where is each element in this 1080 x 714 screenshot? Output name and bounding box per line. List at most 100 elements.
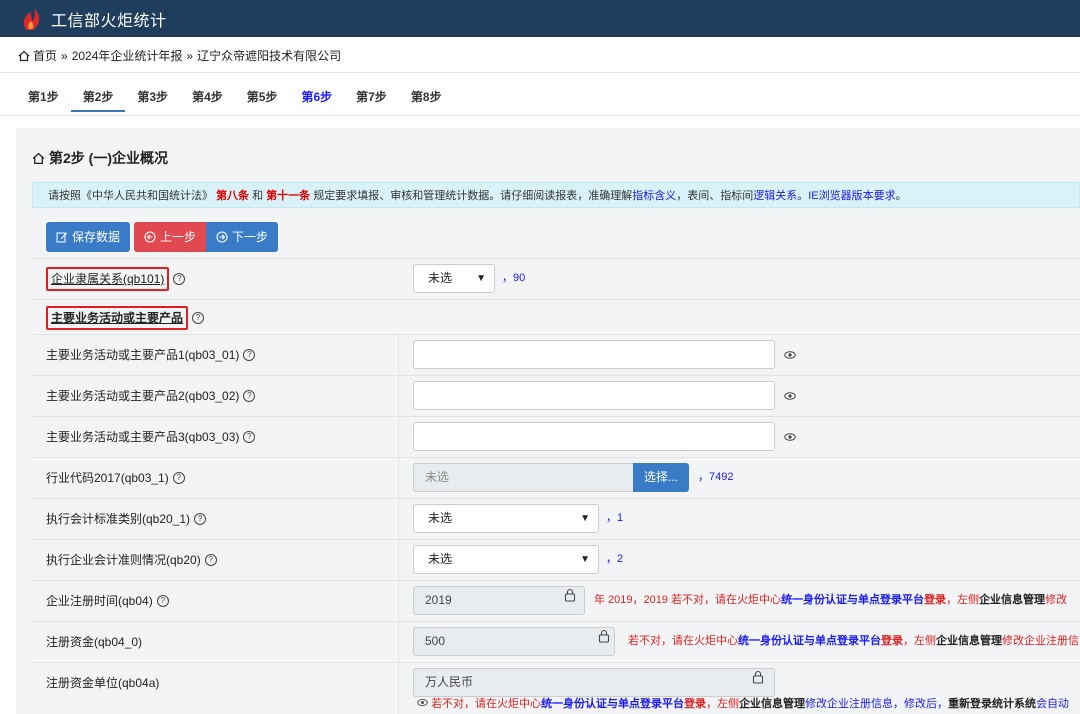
field-label: 企业注册时间(qb04) (46, 594, 153, 608)
warning-text: 登录 (924, 594, 947, 606)
warning-text: 若不对，请在火炬中心 (431, 698, 542, 710)
tab-step-2[interactable]: 第2步 (70, 80, 126, 112)
warning-text: 修改 (1045, 594, 1068, 606)
select-value: 未选 (428, 511, 453, 525)
field-row-qb101: 企业隶属关系(qb101) ? 未选 ▼ ，90 (32, 258, 1080, 299)
breadcrumb-home[interactable]: 首页 (33, 47, 57, 64)
register-warning: 年 2019，2019 若不对，请在火炬中心统一身份认证与单点登录平台登录，左侧… (594, 586, 1067, 615)
prev-step-button[interactable]: 上一步 (134, 222, 207, 252)
warning-text: 修改企业注册信息，修改后， (805, 698, 949, 710)
help-icon[interactable]: ? (243, 390, 256, 402)
help-icon[interactable]: ? (192, 311, 205, 324)
notice-article-8: 第八条 (216, 190, 250, 202)
help-icon[interactable]: ? (156, 595, 169, 607)
form-panel: 第2步 (一)企业概况 请按照《中华人民共和国统计法》 第八条 和 第十一条 规… (16, 128, 1080, 714)
qb03-01-input[interactable] (413, 340, 775, 369)
tab-step-3[interactable]: 第3步 (125, 80, 180, 112)
arrow-right-circle-icon (216, 231, 228, 243)
sso-platform-link[interactable]: 统一身份认证与单点登录平台 (541, 698, 684, 710)
warning-text: 会自动 (1036, 698, 1070, 710)
breadcrumb-separator: » (186, 48, 194, 63)
field-label: 主要业务活动或主要产品2(qb03_02) (46, 389, 240, 403)
prev-step-label: 上一步 (160, 230, 197, 244)
notice-text: 。 (797, 190, 809, 202)
chevron-down-icon: ▼ (580, 554, 590, 565)
capital-unit-warning: 若不对，请在火炬中心统一身份认证与单点登录平台登录，左侧企业信息管理修改企业注册… (417, 695, 1069, 713)
divider (398, 581, 399, 621)
qb03-03-input[interactable] (413, 422, 775, 451)
help-icon[interactable]: ? (172, 472, 185, 484)
field-code: ，2 (606, 553, 624, 565)
field-code: ，90 (502, 272, 526, 284)
eye-icon[interactable] (784, 431, 796, 443)
qb20-select[interactable]: 未选 ▼ (413, 545, 599, 574)
save-button[interactable]: 保存数据 (46, 222, 131, 252)
sso-platform-link[interactable]: 统一身份认证与单点登录平台 (738, 635, 881, 647)
field-row-qb03-03: 主要业务活动或主要产品3(qb03_03)? (32, 416, 1080, 457)
tab-step-7[interactable]: 第7步 (344, 80, 399, 112)
warning-text: 重新登录统计系统 (948, 698, 1037, 710)
field-code: ，7492 (698, 471, 734, 483)
eye-icon[interactable] (784, 349, 796, 361)
field-label: 执行会计标准类别(qb20_1) (46, 512, 191, 526)
notice-text: 规定要求填报、审核和管理统计数据。请仔细阅读报表，准确理解 (313, 190, 633, 202)
select-value: 未选 (428, 271, 453, 285)
field-row-qb20-1: 执行会计标准类别(qb20_1)? 未选 ▼ ，1 (32, 498, 1080, 539)
warning-text: 年 2019，2019 若不对，请在火炬中心 (594, 594, 782, 606)
field-label: 主要业务活动或主要产品3(qb03_03) (46, 430, 240, 444)
warning-text: ，左侧 (946, 594, 980, 606)
warning-text: 登录 (684, 698, 707, 710)
capital-warning: 若不对，请在火炬中心统一身份认证与单点登录平台登录，左侧企业信息管理修改企业注册… (628, 627, 1079, 656)
breadcrumb-separator: » (61, 48, 68, 63)
field-row-qb04: 企业注册时间(qb04)? 2019 年 2019，2019 若不对，请在火炬中… (32, 580, 1080, 621)
notice-text: 。 (895, 190, 907, 202)
field-label-wrap: 执行会计标准类别(qb20_1)? (46, 499, 207, 539)
tab-step-6[interactable]: 第6步 (289, 80, 344, 112)
field-label-wrap: 企业隶属关系(qb101) ? (46, 259, 186, 299)
action-buttons: 保存数据 上一步 下一步 (46, 222, 279, 252)
field-code: ，1 (606, 512, 624, 524)
industry-code-field[interactable]: 未选 (413, 463, 635, 492)
field-label-wrap: 企业注册时间(qb04)? (46, 581, 169, 621)
highlight-box: 主要业务活动或主要产品 (46, 305, 189, 330)
help-icon[interactable]: ? (194, 513, 207, 525)
choose-industry-button[interactable]: 选择... (633, 463, 689, 492)
breadcrumb-report[interactable]: 2024年企业统计年报 (72, 47, 183, 64)
help-icon[interactable]: ? (173, 273, 186, 285)
indicator-meaning-link[interactable]: 指标含义 (632, 190, 676, 202)
field-row-qb03-01: 主要业务活动或主要产品1(qb03_01)? (32, 334, 1080, 375)
tab-step-8[interactable]: 第8步 (399, 80, 454, 112)
warning-text: 修改企业注册信 (1002, 635, 1079, 647)
notice-banner: 请按照《中华人民共和国统计法》 第八条 和 第十一条 规定要求填报、审核和管理统… (32, 182, 1080, 208)
next-step-label: 下一步 (232, 230, 269, 244)
lock-icon (598, 629, 610, 643)
help-icon[interactable]: ? (243, 349, 256, 361)
qb20-1-select[interactable]: 未选 ▼ (413, 504, 599, 533)
warning-text: 企业信息管理 (936, 635, 1002, 647)
next-step-button[interactable]: 下一步 (206, 222, 279, 252)
ie-version-link[interactable]: IE浏览器版本要求 (808, 190, 895, 202)
sso-platform-link[interactable]: 统一身份认证与单点登录平台 (781, 594, 924, 606)
qb101-select[interactable]: 未选 ▼ (413, 264, 495, 293)
eye-icon[interactable] (784, 390, 796, 402)
breadcrumb: 首页 » 2024年企业统计年报 » 辽宁众帝遮阳技术有限公司 (18, 47, 341, 64)
capital-unit-field: 万人民币 (413, 668, 775, 697)
panel-title: 第2步 (一)企业概况 (32, 148, 168, 168)
tab-step-1[interactable]: 第1步 (16, 80, 71, 112)
chevron-down-icon: ▼ (476, 273, 486, 284)
help-icon[interactable]: ? (243, 431, 256, 443)
notice-text: 请按照《中华人民共和国统计法》 (48, 190, 213, 202)
warning-text: 企业信息管理 (979, 594, 1046, 606)
divider (398, 540, 399, 580)
chevron-down-icon: ▼ (580, 513, 590, 524)
field-label-wrap: 执行企业会计准则情况(qb20)? (46, 540, 217, 580)
logic-relation-link[interactable]: 逻辑关系 (753, 190, 797, 202)
tab-step-5[interactable]: 第5步 (235, 80, 290, 112)
tab-step-4[interactable]: 第4步 (180, 80, 235, 112)
help-icon[interactable]: ? (204, 554, 217, 566)
field-row-qb04a: 注册资金单位(qb04a) 万人民币 若不对，请在火炬中心统一身份认证与单点登录… (32, 662, 1080, 714)
app-title: 工信部火炬统计 (51, 12, 167, 30)
qb03-02-input[interactable] (413, 381, 775, 410)
warning-text: 企业信息管理 (739, 698, 806, 710)
field-label: 注册资金单位(qb04a) (46, 676, 160, 690)
